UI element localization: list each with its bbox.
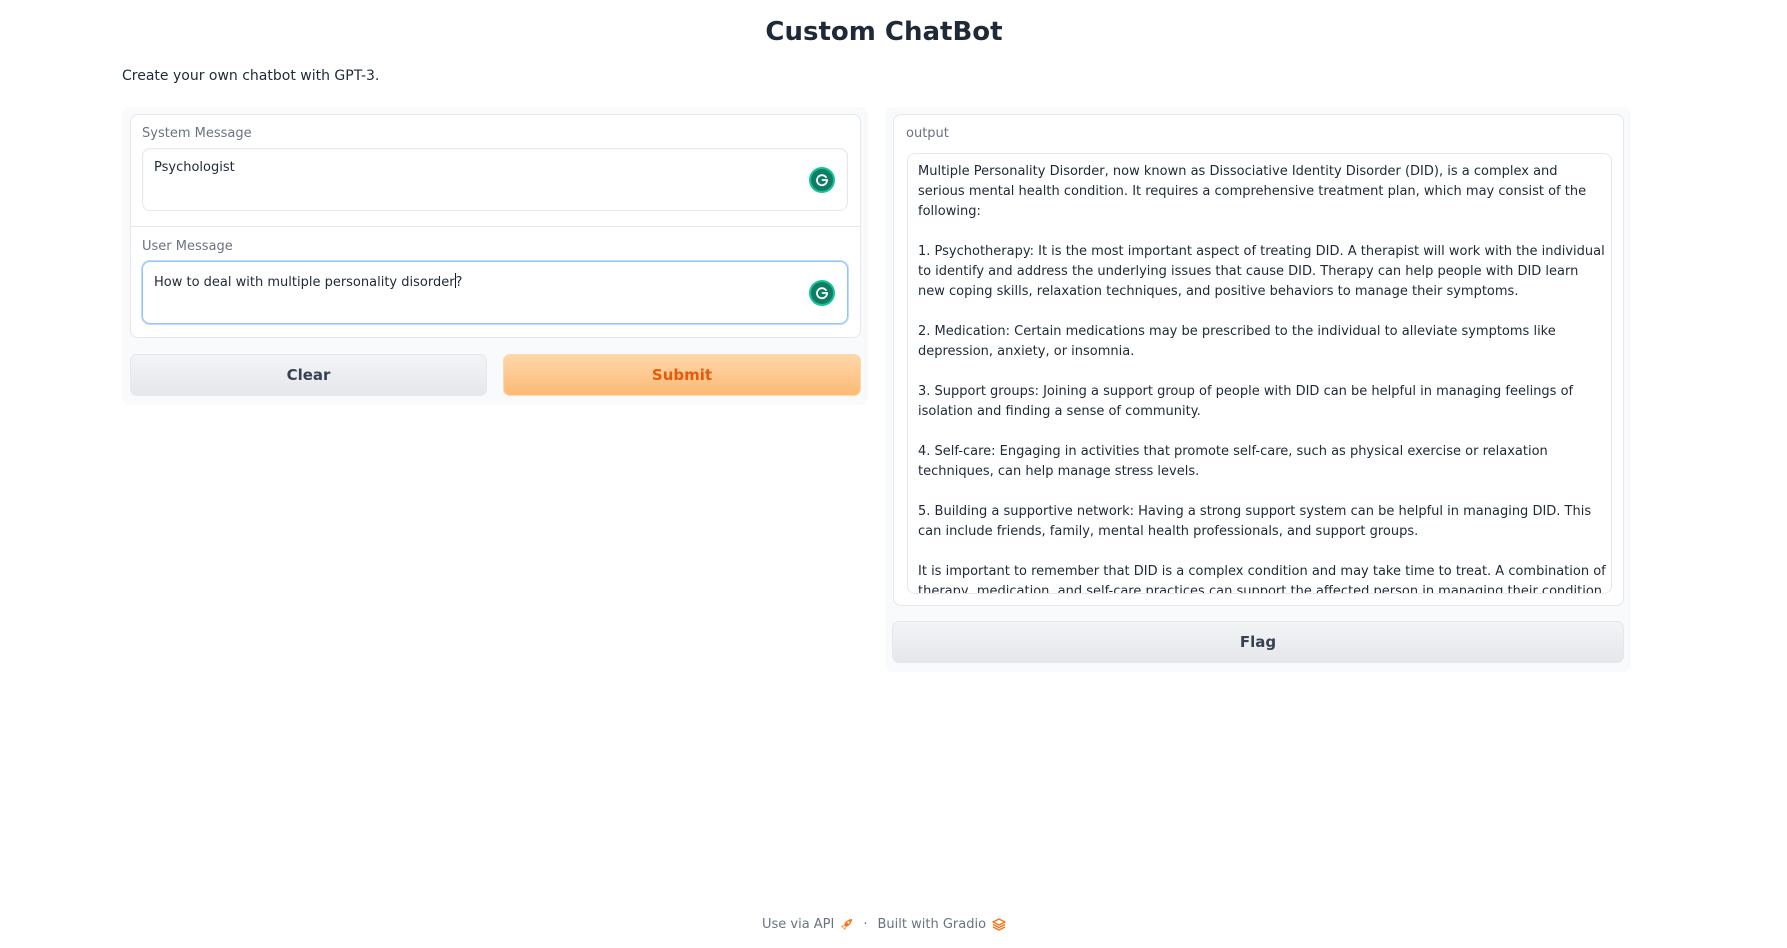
output-text: Multiple Personality Disorder, now known… [918, 162, 1608, 594]
user-message-field[interactable]: How to deal with multiple personality di… [142, 261, 848, 324]
use-via-api-link[interactable]: Use via API [762, 917, 834, 932]
user-message-text: How to deal with multiple personality di… [154, 273, 463, 290]
page-title: Custom ChatBot [765, 17, 1003, 47]
output-panel: output Multiple Personality Disorder, no… [885, 107, 1631, 672]
footer-separator: · [863, 917, 868, 932]
footer: Use via API · Built with Gradio [0, 917, 1768, 932]
built-with-gradio-link[interactable]: Built with Gradio [878, 917, 987, 932]
output-paragraph: 1. Psychotherapy: It is the most importa… [918, 244, 1605, 299]
output-block: output Multiple Personality Disorder, no… [893, 114, 1624, 606]
output-paragraph: 3. Support groups: Joining a support gro… [918, 384, 1574, 419]
input-panel: System Message Psychologist User Message… [122, 107, 868, 405]
output-paragraph: 5. Building a supportive network: Having… [918, 504, 1592, 539]
system-message-label: System Message [142, 126, 252, 141]
output-paragraph: It is important to remember that DID is … [918, 564, 1606, 594]
user-message-label: User Message [142, 239, 233, 254]
output-label: output [906, 126, 949, 141]
gradio-logo-icon [992, 918, 1006, 931]
system-message-field[interactable]: Psychologist [142, 148, 848, 211]
clear-button[interactable]: Clear [130, 354, 487, 396]
page-description: Create your own chatbot with GPT-3. [122, 68, 380, 84]
output-paragraph: Multiple Personality Disorder, now known… [918, 164, 1587, 219]
inputs-block: System Message Psychologist User Message… [130, 114, 861, 338]
output-textbox[interactable]: Multiple Personality Disorder, now known… [907, 153, 1612, 594]
system-message-text: Psychologist [154, 160, 235, 175]
output-paragraph: 2. Medication: Certain medications may b… [918, 324, 1556, 359]
grammarly-icon[interactable] [809, 280, 835, 306]
grammarly-icon[interactable] [809, 167, 835, 193]
submit-button[interactable]: Submit [503, 354, 861, 396]
output-paragraph: 4. Self-care: Engaging in activities tha… [918, 444, 1548, 479]
field-divider [131, 226, 860, 227]
rocket-icon [840, 918, 853, 931]
flag-button[interactable]: Flag [892, 621, 1624, 663]
